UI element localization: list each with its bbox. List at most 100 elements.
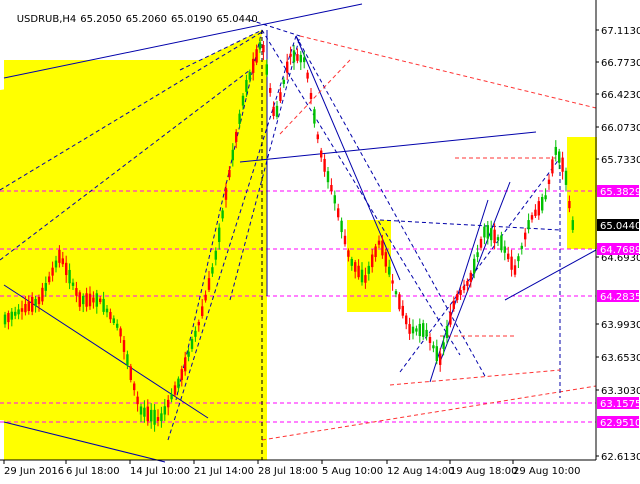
candle-body: [452, 300, 455, 309]
candle-body: [88, 293, 92, 307]
candle-body: [160, 413, 163, 422]
candle-body: [503, 246, 506, 253]
candle-body: [238, 113, 241, 124]
candle-body: [221, 210, 224, 219]
candle-body: [418, 323, 421, 337]
dash-line-11: [399, 157, 561, 373]
chart-canvas[interactable]: 67.1130 66.7730 66.4230 66.0730 65.7330 65.38…: [0, 0, 640, 480]
candle-body: [122, 340, 126, 352]
time-tick-label: 14 Jul 10:00: [130, 466, 190, 477]
candle-body: [68, 269, 71, 284]
price-tick-label: 62.6130: [601, 452, 640, 463]
price-chart[interactable]: 67.1130 66.7730 66.4230 66.0730 65.7330 65.38…: [0, 0, 640, 480]
candle-body: [479, 238, 483, 248]
time-tick-label: 19 Aug 18:00: [450, 466, 517, 477]
candle-body: [350, 258, 353, 266]
candle-body: [534, 209, 537, 216]
price-tick-label: 67.1130: [601, 26, 640, 37]
candle-body: [537, 201, 540, 216]
candle-body: [102, 298, 105, 312]
candle-body: [248, 72, 251, 80]
candle-body: [126, 354, 129, 365]
candle-body: [326, 171, 330, 183]
price-tick-label: 66.0730: [601, 123, 640, 134]
candle-body: [105, 308, 109, 313]
price-tag-label: 64.7689: [600, 245, 640, 256]
candle-body: [388, 266, 391, 275]
candle-body: [24, 303, 27, 313]
dash-line-10: [379, 219, 561, 231]
candle-body: [364, 275, 367, 283]
highlight-zone-right: [567, 137, 597, 249]
candle-body: [425, 329, 428, 337]
candle-body: [303, 57, 306, 63]
candle-body: [439, 353, 442, 365]
candle-body: [337, 208, 340, 218]
close-value: 65.0440: [216, 14, 258, 25]
channel-line-bottom: [261, 385, 597, 441]
price-tick-label: 65.7330: [601, 155, 640, 166]
candle-body: [442, 342, 445, 349]
candle-body: [292, 50, 296, 63]
time-tick-label: 21 Jul 14:00: [194, 466, 254, 477]
candle-body: [486, 225, 489, 239]
candle-body: [241, 95, 245, 106]
candle-body: [184, 357, 187, 372]
candle-body: [384, 252, 387, 267]
candle-body: [296, 54, 299, 61]
open-value: 65.2050: [80, 14, 122, 25]
candle-body: [520, 245, 523, 249]
candle-body: [568, 201, 571, 209]
candle-body: [541, 196, 544, 211]
candle-body: [207, 278, 211, 290]
time-tick-label: 6 Jul 18:00: [66, 466, 120, 477]
candle-body: [252, 58, 255, 73]
candle-body: [496, 237, 500, 241]
candle-body: [401, 305, 404, 316]
candle-body: [561, 157, 564, 172]
candle-body: [197, 321, 200, 326]
candle-body: [109, 311, 112, 320]
candle-body: [187, 351, 190, 357]
candle-body: [37, 296, 41, 305]
candle-body: [405, 315, 408, 325]
candle-body: [269, 88, 272, 93]
time-tick-label: 29 Aug 10:00: [513, 466, 580, 477]
candle-body: [411, 326, 415, 334]
candle-body: [61, 258, 64, 265]
price-tag-label: 65.3829: [600, 187, 640, 198]
candle-body: [20, 308, 24, 312]
price-tag-label: 65.0440: [600, 221, 640, 232]
candle-body: [99, 298, 102, 303]
candle-body: [82, 295, 85, 305]
candle-body: [286, 61, 289, 73]
candle-body: [459, 290, 462, 296]
candle-body: [3, 314, 7, 325]
candle-body: [92, 297, 95, 303]
candle-body: [408, 324, 411, 334]
candle-body: [245, 79, 248, 92]
candle-body: [357, 265, 360, 278]
candle-body: [156, 417, 160, 421]
time-tick-label: 12 Aug 14:00: [387, 466, 454, 477]
candle-body: [530, 215, 534, 220]
candle-body: [54, 260, 58, 268]
price-tick-label: 66.7730: [601, 58, 640, 69]
candle-body: [129, 366, 132, 380]
candle-body: [139, 406, 143, 415]
candle-body: [377, 240, 381, 245]
candle-body: [133, 383, 136, 391]
candle-body: [136, 396, 139, 405]
candle-body: [490, 228, 493, 241]
candle-body: [544, 195, 547, 200]
candle-body: [211, 267, 214, 274]
candle-body: [163, 406, 166, 415]
time-tick-label: 5 Aug 10:00: [322, 466, 383, 477]
high-value: 65.2060: [125, 14, 167, 25]
candle-body: [381, 240, 384, 256]
candle-body: [547, 179, 551, 185]
candle-body: [265, 64, 268, 75]
candle-body: [214, 250, 217, 260]
channel-line-top: [299, 35, 597, 109]
candle-body: [493, 229, 496, 244]
